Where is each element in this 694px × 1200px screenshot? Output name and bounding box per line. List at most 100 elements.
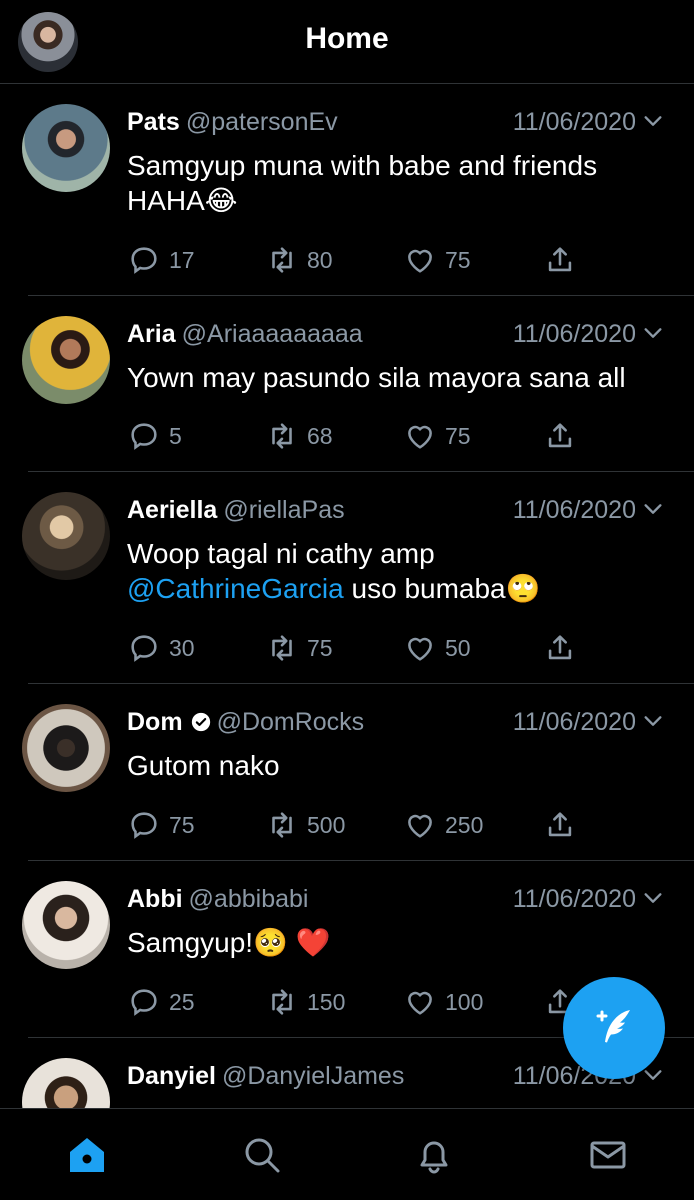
username[interactable]: @Ariaaaaaaaaa bbox=[182, 320, 363, 348]
display-name[interactable]: Aeriella bbox=[127, 496, 217, 524]
retweet-count: 75 bbox=[307, 634, 333, 661]
top-bar: Home bbox=[0, 0, 694, 84]
retweet-button[interactable]: 150 bbox=[265, 984, 345, 1020]
share-button[interactable] bbox=[543, 242, 585, 278]
tweet-text-part: Yown may pasundo sila mayora sana all bbox=[127, 362, 626, 393]
timeline[interactable]: Pats @patersonEv 11/06/2020 Samgyup muna … bbox=[0, 84, 694, 1108]
avatar[interactable] bbox=[22, 704, 110, 792]
tweet-text: Gutom nako bbox=[127, 748, 654, 783]
reply-button[interactable]: 75 bbox=[127, 807, 195, 843]
username[interactable]: @patersonEv bbox=[186, 108, 338, 136]
retweet-button[interactable]: 68 bbox=[265, 418, 333, 454]
reply-count: 75 bbox=[169, 811, 195, 838]
tweet-actions: 30 75 50 bbox=[127, 630, 587, 666]
reply-count: 25 bbox=[169, 988, 195, 1015]
reply-icon bbox=[131, 635, 157, 662]
chevron-down-icon[interactable] bbox=[642, 110, 664, 132]
retweet-icon bbox=[272, 635, 292, 661]
tweet-text-part: uso bumaba bbox=[343, 573, 506, 604]
retweet-icon bbox=[272, 812, 292, 838]
like-button[interactable]: 75 bbox=[403, 418, 471, 454]
chevron-down-icon[interactable] bbox=[642, 887, 664, 909]
reply-button[interactable]: 25 bbox=[127, 984, 195, 1020]
tweet-actions: 75 500 250 bbox=[127, 807, 587, 843]
avatar[interactable] bbox=[22, 1058, 110, 1108]
tweet-text-part: Gutom nako bbox=[127, 750, 280, 781]
mention-link[interactable]: @CathrineGarcia bbox=[127, 573, 344, 604]
like-button[interactable]: 100 bbox=[403, 984, 483, 1020]
username[interactable]: @DanyielJames bbox=[222, 1062, 404, 1090]
username[interactable]: @DomRocks bbox=[217, 708, 365, 736]
tweet-actions: 5 68 75 bbox=[127, 418, 587, 454]
timestamp: 11/06/2020 bbox=[512, 496, 636, 524]
verified-badge-icon bbox=[191, 712, 210, 732]
tab-search[interactable] bbox=[240, 1133, 284, 1177]
retweet-button[interactable]: 80 bbox=[265, 242, 333, 278]
share-button[interactable] bbox=[543, 630, 585, 666]
reply-count: 17 bbox=[169, 246, 195, 273]
heart-icon bbox=[408, 814, 432, 838]
display-name[interactable]: Aria bbox=[127, 320, 176, 348]
like-button[interactable]: 75 bbox=[403, 242, 471, 278]
username[interactable]: @abbibabi bbox=[189, 885, 309, 913]
tweet[interactable]: Aria @Ariaaaaaaaaa 11/06/2020 Yown may pa… bbox=[0, 296, 694, 472]
chevron-down-icon[interactable] bbox=[642, 322, 664, 344]
share-button[interactable] bbox=[543, 807, 585, 843]
share-icon bbox=[548, 423, 572, 448]
tab-home[interactable] bbox=[65, 1133, 109, 1177]
like-button[interactable]: 250 bbox=[403, 807, 483, 843]
display-name[interactable]: Pats bbox=[127, 108, 180, 136]
display-name[interactable]: Dom bbox=[127, 708, 183, 736]
bell-icon bbox=[420, 1141, 448, 1174]
reply-icon bbox=[131, 423, 157, 450]
emoji: 🙄 bbox=[505, 573, 541, 604]
retweet-button[interactable]: 500 bbox=[265, 807, 345, 843]
share-icon bbox=[548, 812, 572, 837]
retweet-icon bbox=[272, 989, 292, 1015]
username[interactable]: @riellaPas bbox=[223, 496, 344, 524]
tweet-text-part: Samgyup! bbox=[127, 927, 254, 958]
like-count: 75 bbox=[445, 422, 471, 449]
retweet-icon bbox=[272, 423, 292, 449]
tab-notifications[interactable] bbox=[412, 1133, 456, 1177]
timestamp: 11/06/2020 bbox=[512, 885, 636, 913]
share-icon bbox=[548, 635, 572, 660]
tweet[interactable]: Dom @DomRocks 11/06/2020 Gutom nako 75 50… bbox=[0, 684, 694, 861]
tweet-actions: 25 150 100 bbox=[127, 984, 587, 1020]
display-name[interactable]: Danyiel bbox=[127, 1062, 216, 1090]
display-name[interactable]: Abbi bbox=[127, 885, 183, 913]
tweet-actions: 17 80 75 bbox=[127, 242, 587, 278]
home-icon bbox=[70, 1138, 104, 1172]
retweet-count: 68 bbox=[307, 422, 333, 449]
timestamp: 11/06/2020 bbox=[512, 320, 636, 348]
avatar[interactable] bbox=[22, 881, 110, 969]
tab-messages[interactable] bbox=[586, 1133, 630, 1177]
retweet-button[interactable]: 75 bbox=[265, 630, 333, 666]
like-button[interactable]: 50 bbox=[403, 630, 471, 666]
timestamp: 11/06/2020 bbox=[512, 708, 636, 736]
reply-button[interactable]: 30 bbox=[127, 630, 195, 666]
reply-button[interactable]: 5 bbox=[127, 418, 182, 454]
emoji: 😂 bbox=[204, 185, 238, 216]
tweet[interactable]: Aeriella @riellaPas 11/06/2020 Woop tagal… bbox=[0, 472, 694, 684]
avatar[interactable] bbox=[22, 316, 110, 404]
compose-tweet-button[interactable] bbox=[563, 977, 665, 1079]
reply-icon bbox=[131, 989, 157, 1016]
timestamp: 11/06/2020 bbox=[512, 108, 636, 136]
retweet-count: 500 bbox=[307, 811, 346, 838]
reply-count: 30 bbox=[169, 634, 195, 661]
avatar[interactable] bbox=[22, 492, 110, 580]
heart-icon bbox=[408, 249, 432, 273]
reply-button[interactable]: 17 bbox=[127, 242, 195, 278]
chevron-down-icon[interactable] bbox=[642, 498, 664, 520]
reply-icon bbox=[131, 812, 157, 839]
tweet-text: Samgyup muna with babe and friends HAHA😂 bbox=[127, 148, 654, 218]
tweet-text: Woop tagal ni cathy amp @CathrineGarcia … bbox=[127, 536, 654, 606]
share-icon bbox=[548, 247, 572, 272]
share-button[interactable] bbox=[543, 418, 585, 454]
avatar[interactable] bbox=[22, 104, 110, 192]
tweet-text-part: Woop tagal ni cathy amp bbox=[127, 538, 435, 569]
retweet-icon bbox=[272, 247, 292, 273]
tweet[interactable]: Pats @patersonEv 11/06/2020 Samgyup muna … bbox=[0, 84, 694, 296]
chevron-down-icon[interactable] bbox=[642, 710, 664, 732]
